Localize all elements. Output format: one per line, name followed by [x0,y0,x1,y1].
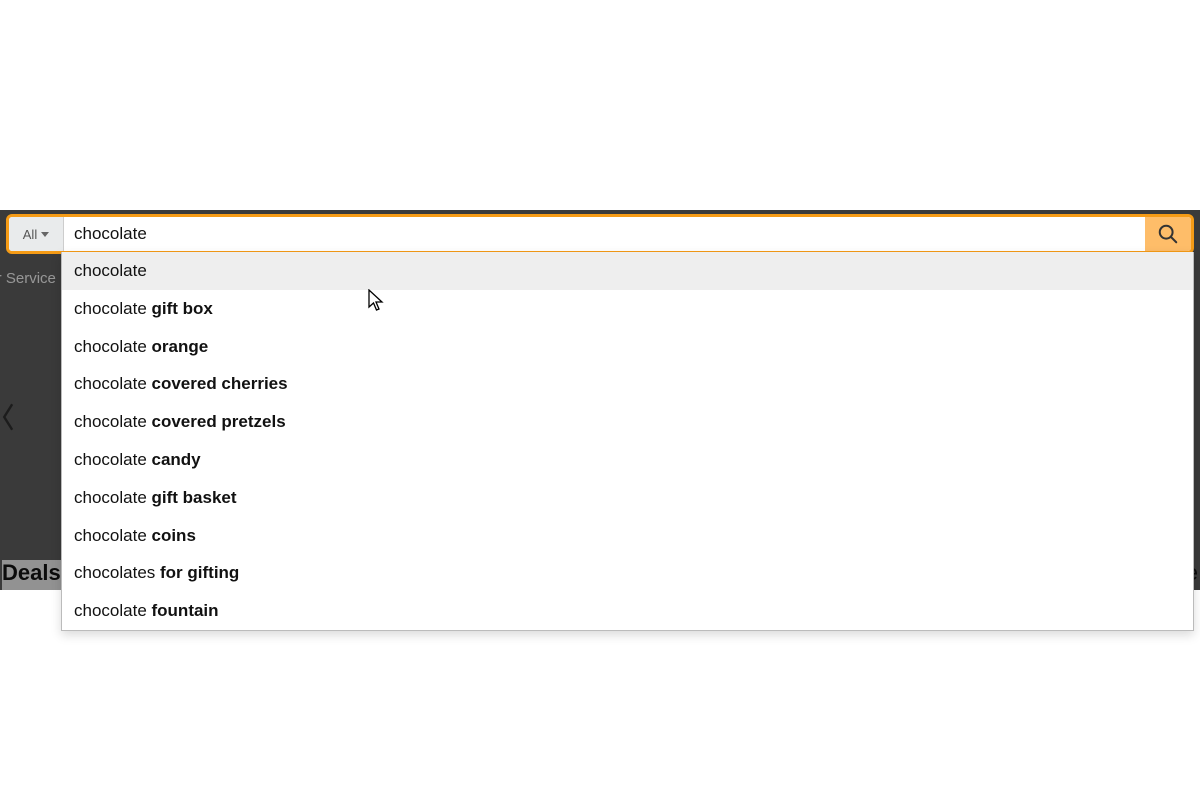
suggestion-completion: coins [152,526,196,545]
search-suggestions-dropdown: chocolatechocolate gift boxchocolate ora… [61,252,1194,631]
suggestion-completion: gift basket [152,488,237,507]
search-suggestion[interactable]: chocolate gift box [62,290,1193,328]
suggestion-completion: for gifting [160,563,239,582]
search-icon [1157,223,1179,245]
suggestion-completion: orange [152,337,209,356]
search-input[interactable] [64,217,1145,251]
suggestion-prefix: chocolate [74,601,152,620]
search-suggestion[interactable]: chocolate orange [62,328,1193,366]
suggestion-prefix: chocolate [74,488,152,507]
search-bar: All [6,214,1194,254]
search-suggestion[interactable]: chocolate candy [62,441,1193,479]
suggestion-prefix: chocolate [74,261,147,280]
suggestion-prefix: chocolate [74,412,152,431]
suggestion-completion: fountain [152,601,219,620]
search-suggestion[interactable]: chocolate [62,252,1193,290]
search-suggestion[interactable]: chocolate gift basket [62,479,1193,517]
suggestion-prefix: chocolate [74,526,152,545]
search-suggestion[interactable]: chocolate coins [62,517,1193,555]
search-submit-button[interactable] [1145,217,1191,251]
suggestion-prefix: chocolates [74,563,160,582]
suggestion-prefix: chocolate [74,337,152,356]
suggestion-completion: candy [152,450,201,469]
suggestion-completion: covered pretzels [152,412,286,431]
suggestion-completion: covered cherries [152,374,288,393]
suggestion-prefix: chocolate [74,299,152,318]
search-suggestion[interactable]: chocolate covered pretzels [62,403,1193,441]
suggestion-prefix: chocolate [74,450,152,469]
search-category-dropdown[interactable]: All [9,217,64,251]
suggestion-completion: gift box [152,299,213,318]
search-suggestion[interactable]: chocolate covered cherries [62,365,1193,403]
search-category-label: All [23,227,37,242]
suggestion-prefix: chocolate [74,374,152,393]
search-suggestion[interactable]: chocolate fountain [62,592,1193,630]
caret-down-icon [41,232,49,237]
search-suggestion[interactable]: chocolates for gifting [62,554,1193,592]
